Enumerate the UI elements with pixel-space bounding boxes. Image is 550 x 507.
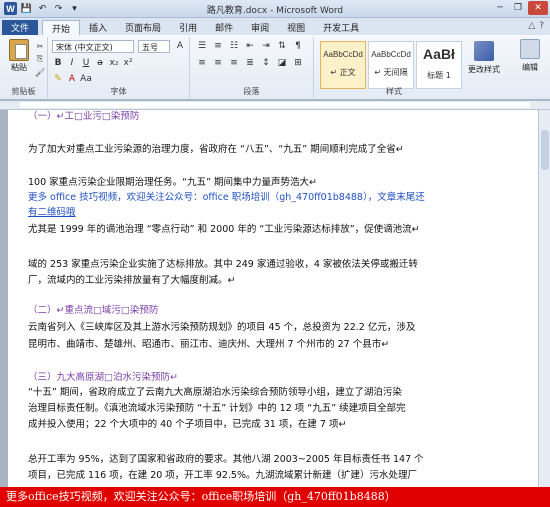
style-normal[interactable]: AaBbCcDd ↵ 正文 bbox=[320, 41, 366, 89]
change-styles-label: 更改样式 bbox=[468, 65, 500, 74]
editing-button[interactable]: 编辑 bbox=[514, 39, 546, 73]
horizontal-ruler[interactable] bbox=[0, 101, 550, 110]
underline-icon[interactable]: U bbox=[80, 57, 92, 69]
bold-icon[interactable]: B bbox=[52, 57, 64, 69]
tab-references[interactable]: 引用 bbox=[170, 20, 206, 35]
clipboard-label: 剪贴板 bbox=[11, 87, 36, 96]
numbering-icon[interactable]: ≡ bbox=[212, 40, 224, 52]
decrease-indent-icon[interactable]: ⇤ bbox=[244, 40, 256, 52]
tab-mailings[interactable]: 邮件 bbox=[206, 20, 242, 35]
increase-indent-icon[interactable]: ⇥ bbox=[260, 40, 272, 52]
styles-group: AaBbCcDd ↵ 正文 AaBbCcDd ↵ 无间隔 AaBł 标题 1 更… bbox=[314, 37, 514, 98]
align-right-icon[interactable]: ≡ bbox=[228, 57, 240, 69]
style-name: ↵ 正文 bbox=[330, 68, 356, 77]
vertical-scrollbar[interactable] bbox=[538, 110, 550, 487]
paragraph-group: ☰ ≡ ☷ ⇤ ⇥ ⇅ ¶ ≡ ≡ ≡ ≣ ↕ ◪ ⊞ 段落 bbox=[190, 37, 314, 98]
body-line[interactable]: 昆明市、曲靖市、楚雄州、昭通市、丽江市、迪庆州、大理州 7 个州市的 27 个县… bbox=[28, 338, 389, 352]
change-styles-button[interactable]: 更改样式 bbox=[468, 41, 500, 75]
tab-view[interactable]: 视图 bbox=[278, 20, 314, 35]
copy-icon[interactable]: ⎘ bbox=[34, 54, 46, 64]
restore-button[interactable]: ❐ bbox=[510, 1, 526, 15]
tab-page-layout[interactable]: 页面布局 bbox=[116, 20, 170, 35]
font-color-icon[interactable]: A bbox=[66, 73, 78, 85]
subscript-icon[interactable]: x₂ bbox=[108, 57, 120, 69]
tab-file[interactable]: 文件 bbox=[2, 20, 39, 35]
style-name: ↵ 无间隔 bbox=[374, 68, 408, 77]
paste-label: 粘贴 bbox=[11, 63, 27, 72]
document-area: （一）↵工□业污□染预防 为了加大对重点工业污染源的治理力度，省政府在 “八五”… bbox=[0, 110, 550, 487]
strikethrough-icon[interactable]: a bbox=[94, 57, 106, 69]
body-line[interactable]: 为了加大对重点工业污染源的治理力度，省政府在 “八五”、“九五” 期间顺利完成了… bbox=[28, 143, 404, 157]
body-line[interactable]: 项目，已完成 116 项，在建 20 项，开工率 92.5%。九湖流域累计新建（… bbox=[28, 469, 417, 483]
font-label: 字体 bbox=[110, 87, 127, 96]
borders-icon[interactable]: ⊞ bbox=[292, 57, 304, 69]
style-heading-1[interactable]: AaBł 标题 1 bbox=[416, 41, 462, 89]
document-page[interactable]: （一）↵工□业污□染预防 为了加大对重点工业污染源的治理力度，省政府在 “八五”… bbox=[8, 110, 538, 487]
tab-insert[interactable]: 插入 bbox=[80, 20, 116, 35]
style-name: 标题 1 bbox=[427, 71, 451, 80]
justify-icon[interactable]: ≣ bbox=[244, 57, 256, 69]
style-sample: AaBł bbox=[423, 46, 455, 62]
bullets-icon[interactable]: ☰ bbox=[196, 40, 208, 52]
show-marks-icon[interactable]: ¶ bbox=[292, 40, 304, 52]
ribbon-tabs: 文件 开始 插入 页面布局 引用 邮件 审阅 视图 开发工具 △ ? bbox=[0, 18, 550, 35]
change-styles-icon bbox=[474, 41, 494, 61]
tab-home[interactable]: 开始 bbox=[42, 20, 81, 35]
style-no-spacing[interactable]: AaBbCcDd ↵ 无间隔 bbox=[368, 41, 414, 89]
paste-icon bbox=[9, 39, 29, 61]
align-center-icon[interactable]: ≡ bbox=[212, 57, 224, 69]
minimize-ribbon-icon[interactable]: △ bbox=[528, 21, 535, 31]
body-line[interactable]: 100 家重点污染企业限期治理任务。“九五” 期间集中力量声势浩大↵ bbox=[28, 176, 317, 190]
font-group: 宋体 (中文正文) 五号 A B I U a x₂ x² ✎ A Aa 字体 bbox=[48, 37, 190, 98]
body-line[interactable]: 云南省列入《三峡库区及其上游水污染预防规划》的项目 45 个，总投资为 22.2… bbox=[28, 321, 415, 335]
clipboard-group: 粘贴 ✂ ⎘ 🖌 剪贴板 bbox=[0, 37, 48, 98]
heading-line[interactable]: （二）↵重点流□域污□染预防 bbox=[28, 304, 158, 318]
promo-banner: 更多office技巧视频，欢迎关注公众号：office职场培训（gh_470ff… bbox=[0, 487, 550, 507]
highlight-icon[interactable]: ✎ bbox=[52, 73, 64, 85]
cut-icon[interactable]: ✂ bbox=[34, 41, 46, 51]
heading-line[interactable]: （三）九大高原湖□泊水污染预防↵ bbox=[28, 371, 178, 385]
format-painter-icon[interactable]: 🖌 bbox=[34, 67, 46, 77]
body-line[interactable]: 域的 253 家重点污染企业实施了达标排放。其中 249 家通过验收，4 家被依… bbox=[28, 258, 418, 272]
align-left-icon[interactable]: ≡ bbox=[196, 57, 208, 69]
multilevel-list-icon[interactable]: ☷ bbox=[228, 40, 240, 52]
grow-font-icon[interactable]: A bbox=[174, 40, 186, 52]
heading-line[interactable]: （一）↵工□业污□染预防 bbox=[28, 110, 139, 124]
style-sample: AaBbCcDd bbox=[323, 50, 363, 59]
scrollbar-thumb[interactable] bbox=[541, 130, 549, 170]
minimize-button[interactable]: ─ bbox=[492, 1, 508, 15]
body-line[interactable]: 总开工率为 95%，达到了国家和省政府的要求。其他八湖 2003~2005 年目… bbox=[28, 453, 424, 467]
sort-icon[interactable]: ⇅ bbox=[276, 40, 288, 52]
ribbon: 粘贴 ✂ ⎘ 🖌 剪贴板 宋体 (中文正文) 五号 A B I U a x₂ x… bbox=[0, 35, 550, 100]
body-line[interactable]: “十五” 期间，省政府成立了云南九大高原湖泊水污染综合预防领导小组，建立了湖泊污… bbox=[28, 386, 402, 400]
editing-label: 编辑 bbox=[522, 63, 538, 72]
body-line[interactable]: 治理目标责任制。《滇池流域水污染预防 “十五” 计划》中的 12 项 “九五” … bbox=[28, 402, 406, 416]
shading-icon[interactable]: ◪ bbox=[276, 57, 288, 69]
italic-icon[interactable]: I bbox=[66, 57, 78, 69]
promo-link-line[interactable]: 更多 office 技巧视频，欢迎关注公众号：office 职场培训（gh_47… bbox=[28, 191, 425, 205]
body-line[interactable]: 厂，流域内的工业污染排放量有了大幅度削减。↵ bbox=[28, 274, 235, 288]
window-controls: ─ ❐ ✕ bbox=[492, 1, 548, 15]
help-icon[interactable]: ? bbox=[539, 21, 544, 31]
change-case-icon[interactable]: Aa bbox=[80, 73, 92, 85]
close-button[interactable]: ✕ bbox=[528, 1, 548, 15]
find-icon bbox=[520, 39, 540, 59]
styles-label: 样式 bbox=[386, 87, 402, 96]
paste-button[interactable]: 粘贴 bbox=[6, 39, 32, 72]
tab-developer[interactable]: 开发工具 bbox=[314, 20, 368, 35]
line-spacing-icon[interactable]: ↕ bbox=[260, 57, 272, 69]
title-bar: W 💾 ↶ ↷ ▾ 路凡教育.docx - Microsoft Word ─ ❐… bbox=[0, 0, 550, 18]
body-line[interactable]: 成并投入使用；22 个大项中的 40 个子项目中，已完成 31 项，在建 7 项… bbox=[28, 418, 346, 432]
style-sample: AaBbCcDd bbox=[371, 50, 411, 59]
paragraph-label: 段落 bbox=[243, 87, 260, 96]
tab-review[interactable]: 审阅 bbox=[242, 20, 278, 35]
promo-link-line[interactable]: 有二维码哦 bbox=[28, 206, 76, 220]
superscript-icon[interactable]: x² bbox=[122, 57, 134, 69]
font-name-select[interactable]: 宋体 (中文正文) bbox=[52, 40, 134, 53]
font-size-select[interactable]: 五号 bbox=[138, 40, 170, 53]
body-line[interactable]: 尤其是 1999 年的谪池治理 “零点行动” 和 2000 年的 “工业污染源达… bbox=[28, 223, 420, 237]
window-title: 路凡教育.docx - Microsoft Word bbox=[206, 6, 344, 16]
